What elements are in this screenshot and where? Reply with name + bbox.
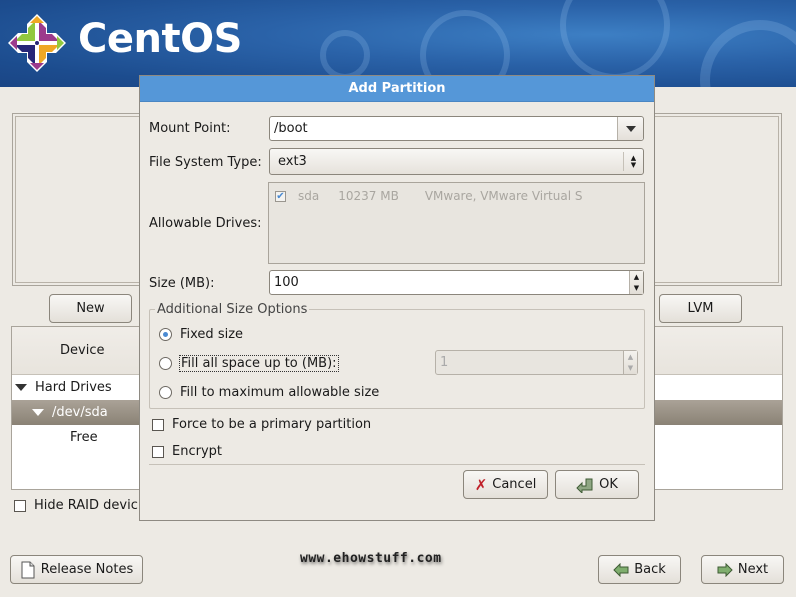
drive-size: 10237 MB	[338, 189, 399, 203]
watermark-text: www.ehowstuff.com	[300, 551, 442, 566]
allowable-drives-label: Allowable Drives:	[149, 216, 262, 231]
checkbox-icon[interactable]	[14, 499, 26, 512]
lvm-button-label: LVM	[687, 301, 714, 316]
drive-model: VMware, VMware Virtual S	[424, 189, 583, 203]
encrypt-checkbox[interactable]: Encrypt	[152, 444, 222, 459]
encrypt-label: Encrypt	[172, 444, 222, 459]
cancel-x-icon: ✗	[474, 475, 488, 494]
size-spinbutton[interactable]: 100 ▲ ▼	[269, 270, 644, 295]
size-value[interactable]: 100	[274, 275, 299, 290]
new-partition-button[interactable]: New	[49, 294, 132, 323]
checkbox-icon[interactable]	[152, 445, 164, 458]
expander-icon[interactable]	[32, 409, 44, 416]
tree-row-label: Hard Drives	[35, 380, 112, 395]
drive-row[interactable]: ✔ sda 10237 MB VMware, VMware Virtual S	[275, 189, 582, 203]
force-primary-label: Force to be a primary partition	[172, 417, 372, 432]
lvm-button[interactable]: LVM	[659, 294, 742, 323]
ok-label: OK	[599, 477, 618, 492]
radio-fill-max[interactable]: Fill to maximum allowable size	[159, 385, 379, 400]
additional-size-options-legend: Additional Size Options	[155, 302, 310, 317]
new-button-label: New	[76, 301, 105, 316]
hide-raid-checkbox[interactable]: Hide RAID devic	[14, 498, 138, 513]
fill-max-label: Fill to maximum allowable size	[180, 385, 380, 400]
radio-fixed-size[interactable]: Fixed size	[159, 327, 243, 342]
additional-size-options-group: Additional Size Options Fixed size Fill …	[149, 302, 645, 409]
mount-point-label: Mount Point:	[149, 121, 231, 136]
header-banner: CentOS	[0, 0, 796, 87]
size-spin-arrows[interactable]: ▲ ▼	[629, 271, 643, 294]
mount-point-dropdown-button[interactable]	[617, 117, 643, 140]
arrow-right-icon	[717, 562, 733, 577]
banner-swirl	[700, 20, 796, 87]
mount-point-combo[interactable]: /boot	[269, 116, 644, 141]
spin-down-icon[interactable]: ▼	[634, 284, 639, 292]
fill-up-to-label: Fill all space up to (MB):	[179, 355, 339, 372]
centos-logo-icon	[8, 14, 66, 72]
document-icon	[21, 561, 35, 578]
banner-swirl	[560, 0, 670, 80]
spin-up-icon[interactable]: ▲	[634, 273, 639, 281]
allowable-drives-list[interactable]: ✔ sda 10237 MB VMware, VMware Virtual S	[268, 182, 645, 264]
size-label: Size (MB):	[149, 276, 215, 291]
next-label: Next	[737, 562, 769, 577]
checkbox-icon[interactable]	[152, 418, 164, 431]
fs-type-value: ext3	[278, 154, 307, 169]
updown-arrows-icon: ▲ ▼	[623, 152, 643, 171]
chevron-down-icon	[625, 125, 636, 132]
force-primary-checkbox[interactable]: Force to be a primary partition	[152, 417, 371, 432]
next-button[interactable]: Next	[701, 555, 784, 584]
ok-button[interactable]: OK	[555, 470, 639, 499]
release-notes-button[interactable]: Release Notes	[10, 555, 143, 584]
cancel-label: Cancel	[492, 477, 537, 492]
ok-arrow-icon	[576, 478, 593, 493]
back-label: Back	[634, 562, 666, 577]
hide-raid-label: Hide RAID devic	[34, 498, 138, 513]
radio-fill-up-to[interactable]: Fill all space up to (MB):	[159, 355, 339, 372]
fs-type-label: File System Type:	[149, 155, 262, 170]
fill-up-to-value: 1	[440, 355, 449, 370]
spin-down-icon[interactable]: ▼	[628, 364, 633, 372]
tree-row-label: Free	[70, 430, 98, 445]
release-notes-label: Release Notes	[40, 562, 134, 577]
dialog-title: Add Partition	[140, 76, 654, 102]
radio-selected-icon[interactable]	[159, 328, 172, 341]
radio-icon[interactable]	[159, 386, 172, 399]
brand-name: CentOS	[78, 16, 242, 62]
arrow-left-icon	[613, 562, 629, 577]
checkbox-checked-icon[interactable]: ✔	[275, 190, 286, 202]
column-header-device: Device	[60, 343, 105, 358]
banner-swirl	[320, 30, 370, 80]
radio-icon[interactable]	[159, 357, 172, 370]
dialog-separator	[149, 464, 645, 465]
fill-up-to-spinbutton[interactable]: 1 ▲ ▼	[435, 350, 638, 375]
expander-icon[interactable]	[15, 384, 27, 391]
add-partition-dialog: Add Partition Mount Point: /boot File Sy…	[139, 75, 655, 521]
fixed-size-label: Fixed size	[180, 327, 244, 342]
back-button[interactable]: Back	[598, 555, 681, 584]
drive-name: sda	[298, 189, 320, 203]
cancel-button[interactable]: ✗ Cancel	[463, 470, 548, 499]
spin-up-icon[interactable]: ▲	[628, 353, 633, 361]
tree-row-label: /dev/sda	[52, 405, 108, 420]
fs-type-select[interactable]: ext3 ▲ ▼	[269, 148, 644, 175]
mount-point-value[interactable]: /boot	[274, 121, 308, 136]
fill-spin-arrows[interactable]: ▲ ▼	[623, 351, 637, 374]
